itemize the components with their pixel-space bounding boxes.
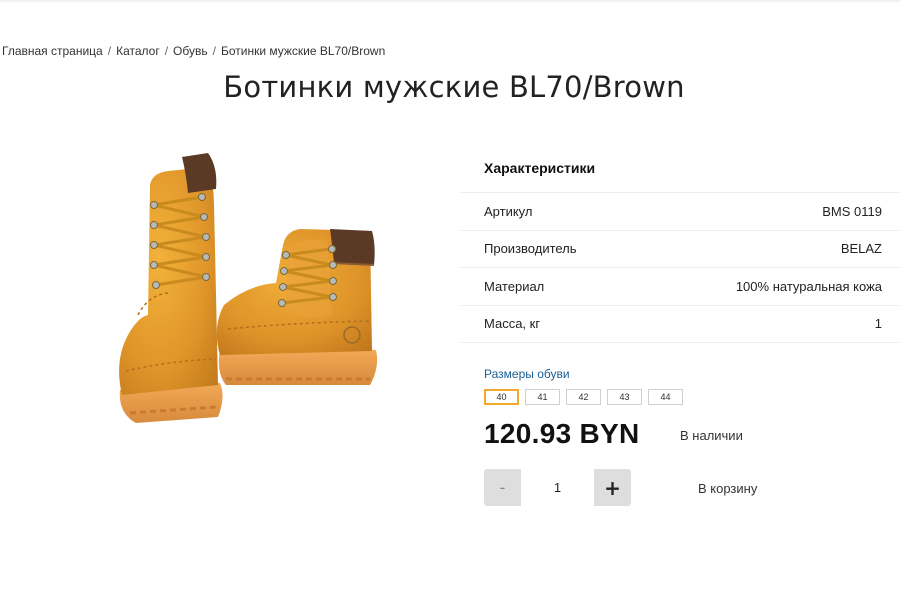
size-selector: 40 41 42 43 44	[484, 389, 683, 405]
breadcrumb: Главная страница / Каталог / Обувь / Ботинки м…	[2, 44, 385, 58]
add-to-cart-button[interactable]: В корзину	[690, 476, 765, 500]
size-option-42[interactable]: 42	[566, 389, 601, 405]
right-boot	[216, 229, 378, 385]
quantity-stepper: - +	[484, 469, 631, 506]
increase-quantity-button[interactable]: +	[594, 469, 631, 506]
spec-label: Артикул	[484, 203, 533, 219]
boots-image	[119, 153, 378, 423]
spec-row-material: Материал 100% натуральная кожа	[460, 268, 900, 306]
breadcrumb-separator: /	[164, 44, 169, 58]
page-title: Ботинки мужские BL70/Brown	[223, 70, 685, 104]
spec-value: 100% натуральная кожа	[735, 278, 882, 294]
breadcrumb-link-catalog[interactable]: Каталог	[116, 44, 160, 58]
breadcrumb-separator: /	[212, 44, 216, 58]
spec-value: BMS 0119	[822, 203, 882, 219]
size-option-44[interactable]: 44	[648, 389, 683, 405]
spec-row-weight: Масса, кг 1	[460, 306, 900, 343]
spec-value: 1	[874, 316, 882, 332]
spec-label: Материал	[484, 278, 545, 294]
spec-row-article: Артикул BMS 0119	[460, 193, 900, 231]
breadcrumb-separator: /	[107, 44, 112, 58]
stock-status: В наличии	[680, 428, 743, 443]
product-image[interactable]	[108, 145, 388, 435]
spec-label: Масса, кг	[484, 316, 541, 332]
specs-table: Характеристики Артикул BMS 0119 Производ…	[460, 148, 900, 343]
breadcrumb-current: Ботинки мужские BL70/Brown	[220, 44, 386, 58]
sizes-label[interactable]: Размеры обуви	[484, 367, 570, 381]
specs-heading: Характеристики	[460, 148, 900, 193]
quantity-input[interactable]	[521, 469, 594, 506]
size-option-40[interactable]: 40	[484, 389, 519, 405]
breadcrumb-link-shoes[interactable]: Обувь	[173, 44, 208, 58]
spec-row-manufacturer: Производитель BELAZ	[460, 231, 900, 268]
size-option-43[interactable]: 43	[607, 389, 642, 405]
breadcrumb-link-home[interactable]: Главная страница	[2, 44, 103, 58]
decrease-quantity-button[interactable]: -	[484, 469, 521, 506]
spec-value: BELAZ	[840, 241, 882, 257]
left-boot	[119, 153, 223, 423]
size-option-41[interactable]: 41	[525, 389, 560, 405]
product-price: 120.93 BYN	[484, 418, 640, 449]
spec-label: Производитель	[484, 241, 577, 257]
top-divider	[0, 0, 900, 2]
